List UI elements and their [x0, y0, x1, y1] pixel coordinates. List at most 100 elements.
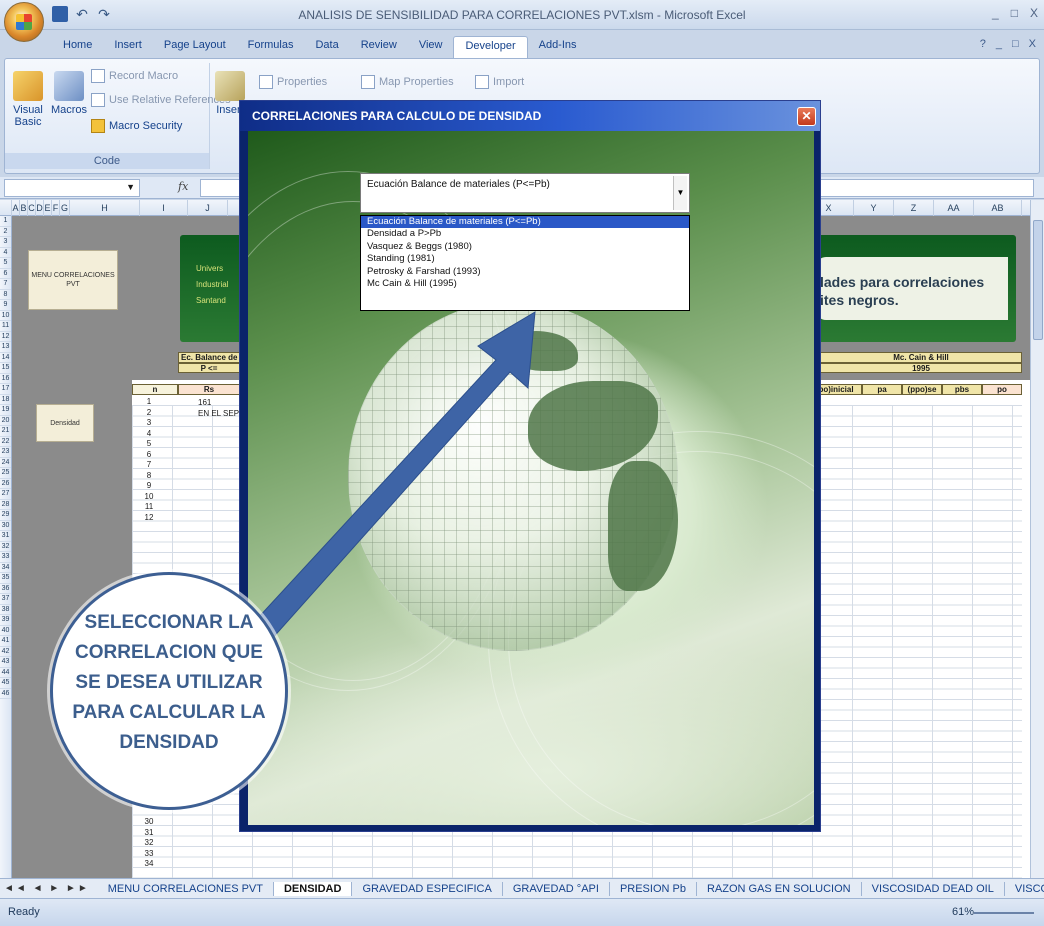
- row-header[interactable]: 44: [0, 668, 11, 678]
- chevron-down-icon[interactable]: ▼: [673, 176, 687, 210]
- row-header[interactable]: 31: [0, 531, 11, 542]
- close-button[interactable]: X: [1030, 6, 1038, 20]
- row-header[interactable]: 34: [0, 563, 11, 573]
- record-macro-button[interactable]: Record Macro: [91, 69, 178, 83]
- column-header[interactable]: Z: [894, 200, 934, 216]
- properties-button[interactable]: Properties: [259, 75, 327, 89]
- sheet-tab[interactable]: PRESION Pb: [610, 881, 697, 896]
- row-header[interactable]: 35: [0, 573, 11, 584]
- column-header[interactable]: J: [188, 200, 228, 216]
- densidad-button[interactable]: Densidad: [36, 404, 94, 442]
- n-cell[interactable]: 10: [132, 492, 166, 503]
- maximize-button[interactable]: □: [1011, 6, 1018, 20]
- row-header[interactable]: 21: [0, 426, 11, 437]
- row-header[interactable]: 14: [0, 353, 11, 363]
- row-header[interactable]: 1: [0, 216, 11, 227]
- column-header[interactable]: AB: [974, 200, 1022, 216]
- sheet-nav-arrows[interactable]: ◄◄ ◄ ► ►►: [0, 883, 98, 894]
- n-cell[interactable]: 6: [132, 450, 166, 461]
- n-cell[interactable]: 30: [132, 817, 166, 828]
- n-cell[interactable]: 34: [132, 859, 166, 870]
- tab-insert[interactable]: Insert: [103, 36, 153, 58]
- tab-review[interactable]: Review: [350, 36, 408, 58]
- row-header[interactable]: 18: [0, 395, 11, 405]
- vertical-scrollbar[interactable]: [1030, 200, 1044, 878]
- row-header[interactable]: 23: [0, 447, 11, 458]
- tab-view[interactable]: View: [408, 36, 454, 58]
- column-header[interactable]: E: [44, 200, 52, 216]
- correlation-select[interactable]: Ecuación Balance de materiales (P<=Pb) ▼: [360, 173, 690, 213]
- column-header[interactable]: Y: [854, 200, 894, 216]
- n-cell[interactable]: 32: [132, 838, 166, 849]
- row-header[interactable]: 3: [0, 237, 11, 248]
- column-header[interactable]: B: [20, 200, 28, 216]
- row-header[interactable]: 33: [0, 552, 11, 563]
- n-cell[interactable]: 4: [132, 429, 166, 440]
- n-cell[interactable]: 8: [132, 471, 166, 482]
- fx-icon[interactable]: fx: [178, 180, 188, 193]
- row-header[interactable]: 5: [0, 258, 11, 269]
- n-cell[interactable]: 5: [132, 439, 166, 450]
- row-header[interactable]: 9: [0, 300, 11, 311]
- n-cell[interactable]: 12: [132, 513, 166, 524]
- row-header[interactable]: 41: [0, 636, 11, 647]
- n-cell[interactable]: 1: [132, 397, 166, 408]
- macros-button[interactable]: Macros: [49, 71, 89, 116]
- tab-formulas[interactable]: Formulas: [237, 36, 305, 58]
- row-header[interactable]: 37: [0, 594, 11, 605]
- row-header[interactable]: 4: [0, 248, 11, 258]
- close-workbook-button[interactable]: X: [1029, 38, 1036, 50]
- sheet-tab[interactable]: GRAVEDAD ESPECIFICA: [352, 881, 503, 896]
- import-button[interactable]: Import: [475, 75, 524, 89]
- row-header[interactable]: 29: [0, 510, 11, 521]
- n-cell[interactable]: 2: [132, 408, 166, 419]
- row-header[interactable]: 16: [0, 374, 11, 384]
- row-header[interactable]: 28: [0, 500, 11, 510]
- row-header[interactable]: 38: [0, 605, 11, 615]
- row-header[interactable]: 6: [0, 269, 11, 279]
- name-box[interactable]: ▼: [4, 179, 140, 197]
- column-header[interactable]: C: [28, 200, 36, 216]
- visual-basic-button[interactable]: Visual Basic: [9, 71, 47, 128]
- row-header[interactable]: 11: [0, 321, 11, 332]
- sheet-tab-active[interactable]: DENSIDAD: [273, 881, 353, 896]
- dropdown-option[interactable]: Petrosky & Farshad (1993): [361, 266, 689, 278]
- row-header[interactable]: 8: [0, 290, 11, 300]
- sheet-tab[interactable]: RAZON GAS EN SOLUCION: [697, 881, 862, 896]
- column-header[interactable]: H: [70, 200, 140, 216]
- row-header[interactable]: 15: [0, 363, 11, 374]
- row-header[interactable]: 13: [0, 342, 11, 353]
- row-header[interactable]: 40: [0, 626, 11, 636]
- scrollbar-thumb[interactable]: [1033, 220, 1043, 340]
- map-properties-button[interactable]: Map Properties: [361, 75, 454, 89]
- row-header[interactable]: 19: [0, 405, 11, 416]
- n-cell[interactable]: 3: [132, 418, 166, 429]
- n-cell[interactable]: 7: [132, 460, 166, 471]
- row-header[interactable]: 10: [0, 311, 11, 321]
- zoom-level[interactable]: 61%: [952, 906, 974, 918]
- column-header[interactable]: A: [12, 200, 20, 216]
- row-header[interactable]: 30: [0, 521, 11, 531]
- tab-developer[interactable]: Developer: [453, 36, 528, 58]
- zoom-slider[interactable]: [974, 912, 1034, 914]
- dropdown-option[interactable]: Densidad a P>Pb: [361, 228, 689, 240]
- help-icon[interactable]: ?: [980, 38, 986, 50]
- tab-add-ins[interactable]: Add-Ins: [528, 36, 588, 58]
- dropdown-option[interactable]: Mc Cain & Hill (1995): [361, 278, 689, 290]
- menu-correlaciones-button[interactable]: MENU CORRELACIONES PVT: [28, 250, 118, 310]
- column-header[interactable]: F: [52, 200, 60, 216]
- row-header[interactable]: 24: [0, 458, 11, 468]
- sheet-tab[interactable]: MENU CORRELACIONES PVT: [98, 881, 274, 896]
- column-header[interactable]: I: [140, 200, 188, 216]
- row-header[interactable]: 43: [0, 657, 11, 668]
- dropdown-option[interactable]: Ecuación Balance de materiales (P<=Pb): [361, 216, 689, 229]
- office-button[interactable]: [4, 2, 44, 42]
- row-header[interactable]: 12: [0, 332, 11, 342]
- n-cell[interactable]: 11: [132, 502, 166, 513]
- tab-home[interactable]: Home: [52, 36, 103, 58]
- column-header[interactable]: AA: [934, 200, 974, 216]
- sheet-tab[interactable]: VISCOSIDAD PE: [1005, 882, 1044, 896]
- row-header[interactable]: 45: [0, 678, 11, 689]
- row-header[interactable]: 2: [0, 227, 11, 237]
- row-header[interactable]: 25: [0, 468, 11, 479]
